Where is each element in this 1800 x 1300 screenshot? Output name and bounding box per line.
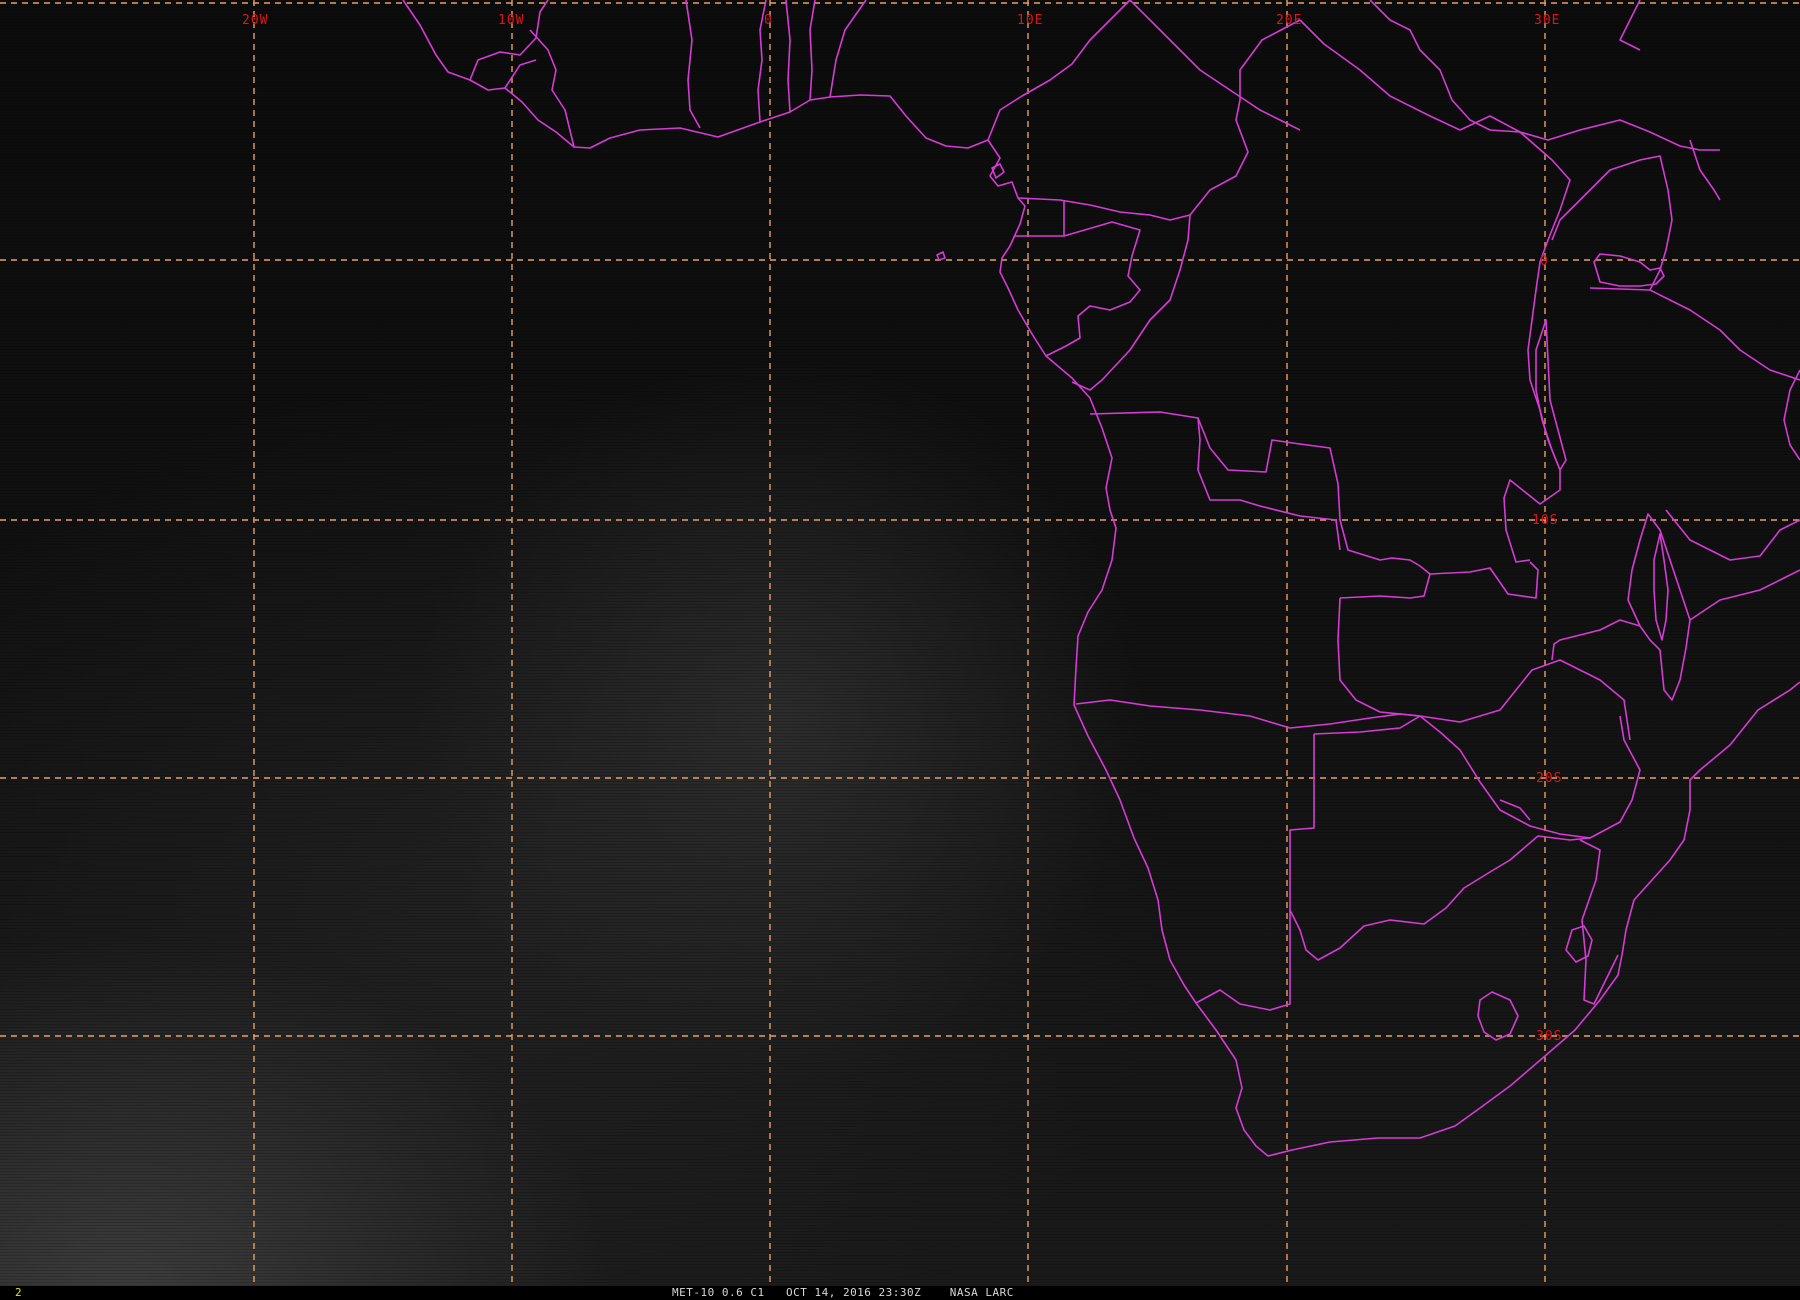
border-angola-drc-kwango xyxy=(1197,417,1341,551)
sao-tome-island xyxy=(936,251,946,261)
border-drc-east xyxy=(1299,19,1571,563)
lon-label-20e: 20E xyxy=(1276,13,1302,28)
lat-label-20s: 20S xyxy=(1536,771,1562,786)
image-caption: MET-10 0.6 C1 OCT 14, 2016 23:30Z NASA L… xyxy=(672,1286,1014,1299)
bioko-island xyxy=(991,163,1005,179)
border-nigeria xyxy=(829,0,867,98)
west-africa-coastline xyxy=(402,0,989,149)
border-central-africa-north xyxy=(1129,0,1301,131)
border-cameroon-car xyxy=(1017,197,1191,221)
swaziland xyxy=(1565,925,1593,963)
border-benin xyxy=(809,0,816,101)
border-cote-divoire xyxy=(685,0,701,129)
border-south-sudan xyxy=(1519,119,1720,151)
satellite-image-viewer[interactable]: 20W 10W 0 10E 20E 30E 0 10S 20S 30S 2 ME… xyxy=(0,0,1800,1300)
coastlines-and-borders xyxy=(402,0,1800,1157)
map-overlay: 20W 10W 0 10E 20E 30E 0 10S 20S 30S xyxy=(0,0,1800,1286)
lat-label-30s: 30S xyxy=(1536,1029,1562,1044)
border-mozambique-north xyxy=(1689,569,1800,621)
border-malawi xyxy=(1627,513,1691,701)
lon-label-20w: 20W xyxy=(242,13,268,28)
border-zambia-mozambique xyxy=(1419,659,1631,741)
lat-label-10s: 10S xyxy=(1532,513,1558,528)
border-chad-sudan xyxy=(1369,0,1521,133)
border-tanzania-kenya xyxy=(1589,287,1800,381)
border-guinea xyxy=(469,0,549,81)
border-angola-zambia xyxy=(1337,597,1421,717)
border-gabon-congo xyxy=(1045,221,1141,357)
border-namibia-botswana xyxy=(1195,734,1315,1011)
border-congo-drc xyxy=(1189,19,1301,216)
lake-victoria xyxy=(1593,253,1665,287)
lake-kariba xyxy=(1499,799,1531,821)
longitude-labels: 20W 10W 0 10E 20E 30E xyxy=(242,13,1560,28)
graticule xyxy=(0,0,1800,1286)
lon-label-30e: 30E xyxy=(1534,13,1560,28)
lon-label-0: 0 xyxy=(764,13,773,28)
frame-number: 2 xyxy=(15,1286,22,1299)
border-angola-namibia xyxy=(1075,699,1421,729)
border-angola-zambia-east xyxy=(1339,573,1431,599)
border-sudan-east xyxy=(1619,0,1641,51)
border-mozambique-south xyxy=(1579,839,1619,1005)
border-drc-west xyxy=(1071,214,1191,391)
border-zambia-malawi xyxy=(1551,619,1661,661)
lake-tanganyika xyxy=(1535,319,1567,471)
lon-label-10e: 10E xyxy=(1017,13,1043,28)
lat-label-0: 0 xyxy=(1540,254,1549,269)
border-sierra-leone xyxy=(504,59,537,89)
border-cameroon-nigeria xyxy=(987,0,1131,141)
border-togo xyxy=(785,0,791,113)
lon-label-10w: 10W xyxy=(498,13,524,28)
border-tanzania xyxy=(1665,509,1800,561)
border-botswana-south-africa xyxy=(1289,835,1539,961)
madagascar-edge xyxy=(1783,369,1800,461)
lesotho xyxy=(1477,991,1519,1041)
gulf-of-guinea-coastline xyxy=(987,139,1800,1157)
border-drc-angola-north xyxy=(1089,411,1539,599)
